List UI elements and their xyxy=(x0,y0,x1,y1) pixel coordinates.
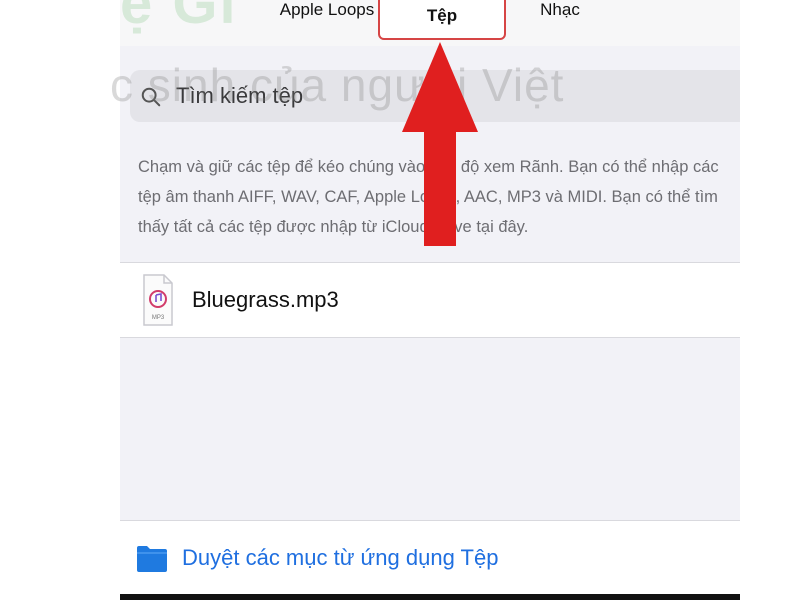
browse-files-bar[interactable]: Duyệt các mục từ ứng dụng Tệp xyxy=(120,520,740,594)
bottom-edge xyxy=(120,594,740,600)
tab-files[interactable]: Tệp xyxy=(378,0,506,40)
screenshot-stage: Apple Loops Tệp Nhạc Chạm và giữ các tệp… xyxy=(0,0,800,600)
browse-files-link[interactable]: Duyệt các mục từ ứng dụng Tệp xyxy=(182,545,498,571)
tab-music[interactable]: Nhạc xyxy=(498,0,622,30)
file-list-item[interactable]: MP3 Bluegrass.mp3 xyxy=(120,262,740,338)
file-name: Bluegrass.mp3 xyxy=(192,287,339,312)
watermark-text: c sinh của người Việt xyxy=(110,59,565,111)
audio-file-icon: MP3 xyxy=(143,274,173,326)
tab-apple-loops[interactable]: Apple Loops xyxy=(266,0,388,30)
red-arrow-pointer xyxy=(402,42,478,246)
file-type-label: MP3 xyxy=(152,315,165,321)
watermark-logo: ệ Gi xyxy=(120,0,238,36)
folder-icon xyxy=(137,546,167,572)
